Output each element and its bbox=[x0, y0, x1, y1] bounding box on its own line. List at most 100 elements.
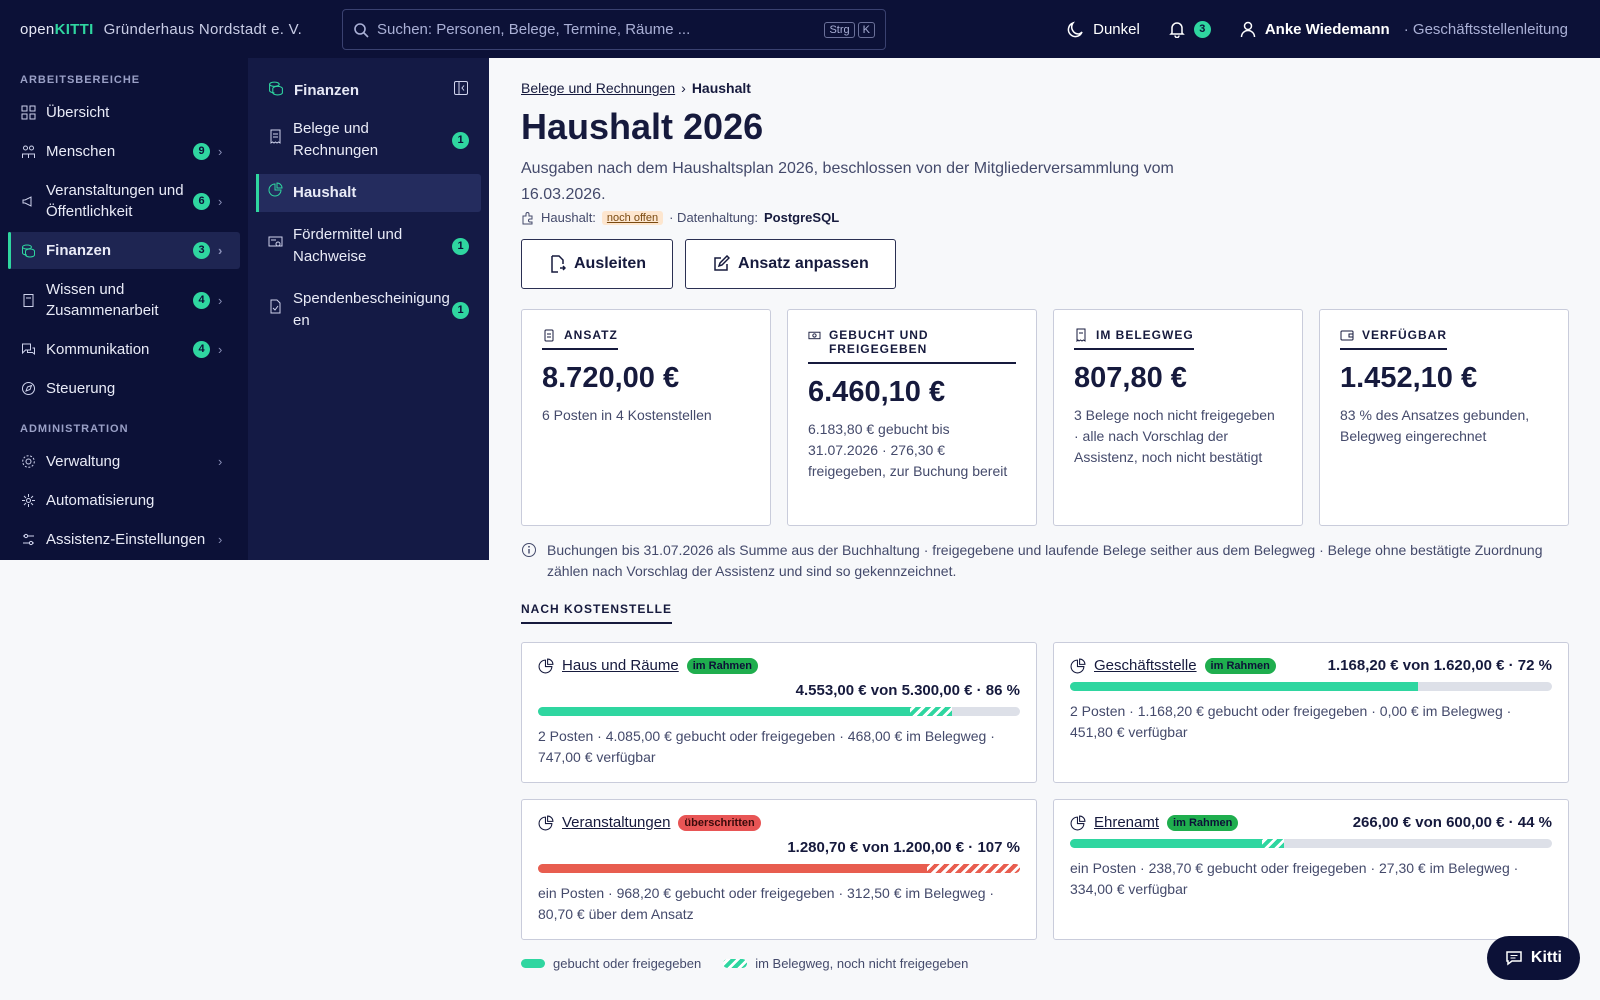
budget-icon bbox=[544, 329, 554, 342]
progress-booked bbox=[1070, 682, 1418, 691]
sidebar-item-finances[interactable]: Finanzen 3 › bbox=[8, 232, 240, 269]
gear-icon bbox=[20, 454, 36, 470]
progress-pending bbox=[909, 707, 953, 716]
sliders-icon bbox=[20, 532, 36, 548]
count-badge: 6 bbox=[193, 192, 210, 210]
moon-icon bbox=[1067, 21, 1083, 38]
kpi-subtext: 3 Belege noch nicht freigegeben · alle n… bbox=[1074, 407, 1275, 465]
chevron-right-icon: › bbox=[218, 243, 223, 258]
sidebar-item-overview[interactable]: Übersicht bbox=[8, 94, 240, 131]
budget-meta: Haushalt: noch offen · Datenhaltung: Pos… bbox=[521, 210, 1570, 225]
user-menu[interactable]: Anke Wiedemann · Geschäftsstellenleitung bbox=[1239, 20, 1568, 38]
sidebar-item-communication[interactable]: Kommunikation 4 › bbox=[8, 331, 240, 368]
cost-center-details: 2 Posten · 1.168,20 € gebucht oder freig… bbox=[1070, 703, 1512, 740]
count-badge: 1 bbox=[452, 237, 469, 255]
chat-icon bbox=[20, 342, 36, 358]
adjust-budget-button[interactable]: Ansatz anpassen bbox=[685, 239, 896, 289]
breadcrumb-separator: › bbox=[681, 80, 686, 96]
subnav-item-funding[interactable]: Fördermittel und Nachweise 1 bbox=[256, 216, 481, 276]
cost-center-amount: 1.280,70 € von 1.200,00 € · 107 % bbox=[787, 839, 1020, 856]
sidebar-item-steering[interactable]: Steuerung bbox=[8, 370, 240, 407]
progress-pending bbox=[926, 864, 1020, 873]
progress-booked bbox=[538, 707, 910, 716]
count-badge: 1 bbox=[452, 301, 469, 319]
brand[interactable]: openKITTI Gründerhaus Nordstadt e. V. bbox=[20, 21, 302, 38]
kpi-card-available: VERFÜGBAR 1.452,10 € 83 % des Ansatzes g… bbox=[1319, 309, 1569, 526]
finance-subnav: Finanzen Belege und Rechnungen 1 Haushal… bbox=[248, 58, 489, 560]
notifications-button[interactable]: 3 bbox=[1168, 20, 1211, 38]
cost-center-link[interactable]: Ehrenamt bbox=[1094, 814, 1159, 831]
status-badge: überschritten bbox=[678, 814, 761, 831]
cost-center-amount: 4.553,00 € von 5.300,00 € · 86 % bbox=[795, 682, 1020, 699]
collapse-sidebar-icon[interactable] bbox=[453, 80, 469, 100]
main-content: Belege und Rechnungen › Haushalt Haushal… bbox=[521, 80, 1570, 971]
money-icon bbox=[808, 331, 821, 340]
assistant-button[interactable]: Kitti bbox=[1486, 936, 1580, 980]
cost-center-details: ein Posten · 238,70 € gebucht oder freig… bbox=[1070, 860, 1519, 897]
breadcrumb-link-receipts[interactable]: Belege und Rechnungen bbox=[521, 80, 675, 96]
chevron-right-icon: › bbox=[218, 193, 223, 209]
cost-center-link[interactable]: Haus und Räume bbox=[562, 657, 679, 674]
sidebar-item-events[interactable]: Veranstaltungen und Öffentlichkeit 6 › bbox=[8, 172, 240, 230]
status-badge: im Rahmen bbox=[686, 657, 759, 674]
kpi-label: IM BELEGWEG bbox=[1096, 328, 1194, 342]
receipt-icon bbox=[1076, 328, 1086, 342]
cost-center-link[interactable]: Veranstaltungen bbox=[562, 814, 670, 831]
org-name: Gründerhaus Nordstadt e. V. bbox=[103, 20, 303, 38]
chevron-right-icon: › bbox=[218, 454, 223, 469]
subnav-item-budget[interactable]: Haushalt bbox=[256, 174, 481, 212]
pie-chart-icon bbox=[538, 658, 554, 673]
count-badge: 3 bbox=[193, 242, 210, 259]
cost-center-amount: 1.168,20 € von 1.620,00 € · 72 % bbox=[1327, 657, 1552, 674]
cost-center-link[interactable]: Geschäftsstelle bbox=[1094, 657, 1197, 674]
brand-logo: openKITTI bbox=[20, 20, 94, 38]
section-heading-cost-centers: NACH KOSTENSTELLE bbox=[521, 602, 673, 624]
sidebar-item-assistant-settings[interactable]: Assistenz-Einstellungen › bbox=[8, 521, 240, 558]
file-export-icon bbox=[551, 255, 566, 273]
sidebar-item-administration[interactable]: Verwaltung › bbox=[8, 443, 240, 480]
count-badge: 4 bbox=[193, 341, 210, 358]
user-name: Anke Wiedemann bbox=[1264, 20, 1390, 38]
coins-icon bbox=[268, 80, 284, 100]
sidebar-item-people[interactable]: Menschen 9 › bbox=[8, 133, 240, 170]
pie-chart-icon bbox=[1070, 658, 1086, 673]
chat-icon bbox=[1506, 951, 1522, 966]
status-badge[interactable]: noch offen bbox=[601, 210, 664, 225]
info-note: Buchungen bis 31.07.2026 als Summe aus d… bbox=[521, 540, 1570, 582]
progress-booked bbox=[538, 864, 927, 873]
subnav-item-receipts[interactable]: Belege und Rechnungen 1 bbox=[256, 110, 481, 170]
kpi-value: 6.460,10 € bbox=[808, 376, 946, 408]
kpi-subtext: 6.183,80 € gebucht bis 31.07.2026 · 276,… bbox=[808, 421, 1008, 479]
breadcrumb-current: Haushalt bbox=[691, 80, 751, 96]
progress-bar bbox=[1070, 839, 1552, 848]
edit-icon bbox=[714, 255, 731, 271]
search-input[interactable]: Suchen: Personen, Belege, Termine, Räume… bbox=[342, 9, 886, 50]
search-placeholder: Suchen: Personen, Belege, Termine, Räume… bbox=[377, 21, 691, 38]
data-store: PostgreSQL bbox=[764, 210, 840, 225]
section-heading-workspaces: ARBEITSBEREICHE bbox=[20, 74, 141, 86]
progress-booked bbox=[1070, 839, 1262, 848]
search-icon bbox=[354, 22, 369, 38]
theme-toggle[interactable]: Dunkel bbox=[1067, 20, 1140, 38]
sidebar-item-automation[interactable]: Automatisierung bbox=[8, 482, 240, 519]
section-heading-admin: ADMINISTRATION bbox=[20, 423, 129, 435]
legend-item-pending: im Belegweg, noch nicht freigegeben bbox=[723, 956, 968, 971]
subnav-item-donations[interactable]: Spendenbescheinigungen 1 bbox=[256, 280, 481, 340]
legend-swatch bbox=[521, 959, 545, 968]
chevron-right-icon: › bbox=[218, 292, 223, 308]
kpi-label: VERFÜGBAR bbox=[1362, 328, 1448, 342]
count-badge: 1 bbox=[452, 131, 469, 149]
progress-pending bbox=[1261, 839, 1284, 848]
cost-center-card: Ehrenamt im Rahmen 266,00 € von 600,00 €… bbox=[1053, 799, 1569, 940]
legend-item-booked: gebucht oder freigegeben bbox=[521, 956, 701, 971]
export-button[interactable]: Ausleiten bbox=[521, 239, 674, 289]
document-check-icon bbox=[268, 299, 283, 321]
main-sidebar: ARBEITSBEREICHE Übersicht Menschen 9 › V… bbox=[0, 58, 248, 560]
sidebar-item-knowledge[interactable]: Wissen und Zusammenarbeit 4 › bbox=[8, 271, 240, 329]
subnav-title: Finanzen bbox=[294, 81, 360, 99]
kpi-value: 1.452,10 € bbox=[1340, 362, 1478, 394]
grid-icon bbox=[20, 105, 36, 121]
user-icon bbox=[1240, 21, 1256, 38]
pie-chart-icon bbox=[538, 815, 554, 830]
people-icon bbox=[20, 144, 36, 160]
